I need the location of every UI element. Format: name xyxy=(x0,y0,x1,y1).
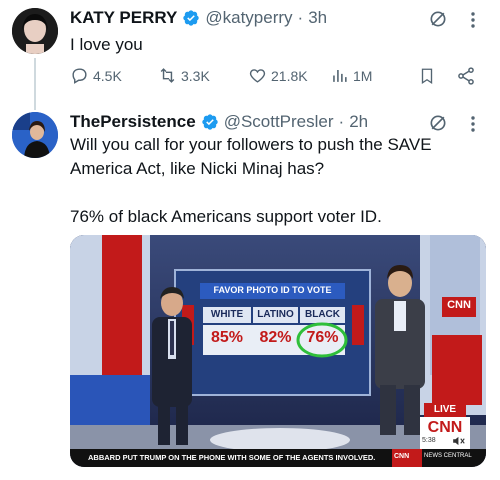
avatar-image-2 xyxy=(12,112,58,158)
avatar-persistence[interactable] xyxy=(12,112,58,158)
retweet-button[interactable]: 3.3K xyxy=(158,66,210,85)
tweet2-text-line1: Will you call for your followers to push… xyxy=(70,135,432,154)
graphic-title: FAVOR PHOTO ID TO VOTE xyxy=(213,285,332,295)
tweet2-author-name[interactable]: ThePersistence xyxy=(70,112,196,132)
views-count: 1M xyxy=(353,67,373,84)
avatar-katy[interactable] xyxy=(12,8,58,54)
more-icon[interactable] xyxy=(470,10,476,30)
views-icon xyxy=(333,69,347,82)
graphic-col-black: BLACK xyxy=(305,309,340,320)
reply-count: 4.5K xyxy=(93,67,122,84)
retweet-icon xyxy=(160,68,175,83)
graphic-val-latino: 82% xyxy=(259,329,292,346)
tweet1-handle[interactable]: @katyperry xyxy=(205,8,292,28)
avatar-image xyxy=(12,8,58,54)
tweet2-time[interactable]: 2h xyxy=(349,112,368,132)
tweet1-text: I love you xyxy=(70,35,143,54)
share-icon[interactable] xyxy=(456,66,476,86)
more-icon-2[interactable] xyxy=(470,114,476,134)
grok-icon[interactable] xyxy=(428,9,448,29)
heart-icon xyxy=(249,69,266,83)
views-button[interactable]: 1M xyxy=(330,66,372,85)
like-count: 21.8K xyxy=(271,67,308,84)
tweet1-time[interactable]: 3h xyxy=(308,8,327,28)
reply-button[interactable]: 4.5K xyxy=(70,66,122,85)
tweet-media-video[interactable]: FAVOR PHOTO ID TO VOTE WHITE LATINO BLAC… xyxy=(70,235,486,467)
thread-line xyxy=(34,58,36,110)
bookmark-icon[interactable] xyxy=(418,66,436,86)
ticker-right: NEWS CENTRAL xyxy=(424,453,472,459)
tweet2-text-line3: 76% of black Americans support voter ID. xyxy=(70,207,382,226)
news-ticker: ABBARD PUT TRUMP ON THE PHONE WITH SOME … xyxy=(88,453,376,462)
tweet2-text-line2: America Act, like Nicki Minaj has? xyxy=(70,159,325,178)
grok-icon-2[interactable] xyxy=(428,113,448,133)
verified-icon xyxy=(183,10,200,26)
graphic-val-black: 76% xyxy=(306,329,339,346)
ticker-network: CNN xyxy=(394,453,410,460)
verified-icon-2 xyxy=(202,114,218,130)
cnn-logo-wall: CNN xyxy=(447,299,471,311)
retweet-count: 3.3K xyxy=(181,67,210,84)
graphic-col-latino: LATINO xyxy=(257,309,294,320)
tweet2-dot: · xyxy=(338,112,345,131)
mute-icon[interactable] xyxy=(452,435,466,447)
clock: 5:38 xyxy=(422,437,436,444)
tweet1-dot: · xyxy=(297,8,304,27)
like-button[interactable]: 21.8K xyxy=(248,66,308,85)
graphic-col-white: WHITE xyxy=(210,309,244,320)
tweet1-author-name[interactable]: KATY PERRY xyxy=(70,8,177,28)
graphic-val-white: 85% xyxy=(210,329,244,346)
reply-icon xyxy=(72,68,87,84)
live-badge: LIVE xyxy=(433,404,457,415)
tweet2-handle[interactable]: @ScottPresler xyxy=(224,112,334,132)
